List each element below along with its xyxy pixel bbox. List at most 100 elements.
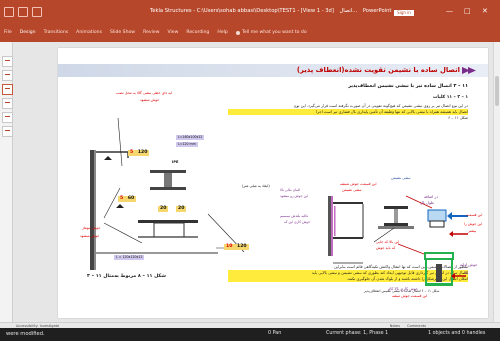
arrow-red	[449, 231, 453, 237]
slide-thumbnail[interactable]	[2, 98, 13, 109]
annotation-left-mid-2: جوش میشود	[80, 234, 100, 238]
scrollbar-thumb[interactable]	[495, 76, 499, 106]
status-pan: 0 Pan	[268, 331, 282, 336]
left-figure-caption: شکل ۱۱ – ۸ مربوط به‌مثال ۱۱ – ۳	[87, 274, 166, 279]
vertical-scrollbar[interactable]	[493, 42, 500, 328]
powerpoint-window: Tekla Structures - C:\Users\sohab abbasi…	[0, 0, 500, 341]
title-app: PowerPoint	[362, 8, 392, 14]
maximize-button[interactable]: □	[464, 6, 471, 16]
title-file: اتصال...	[339, 8, 358, 14]
arrow-blue	[447, 212, 452, 220]
lightbulb-icon	[235, 30, 240, 35]
status-selection: 1 objects and 0 handles	[428, 331, 486, 336]
annotation-top-left: ایه دای خطی نبشی گالا به محل نصب	[116, 91, 173, 95]
annotation-far-2: این جوش را	[464, 222, 483, 226]
annotation-far-3: بیشتر	[468, 229, 477, 233]
undo-icon[interactable]	[18, 7, 28, 17]
tab-view[interactable]: View	[167, 30, 178, 35]
dim-mid-size: 60	[127, 196, 135, 201]
beam-web	[164, 173, 172, 187]
annotation-right-9: در اضافه	[424, 194, 439, 199]
upper-angle	[96, 151, 129, 158]
slide-thumbnail[interactable]	[2, 112, 13, 123]
annotation-right-5: نبشی نشیمن	[391, 176, 411, 180]
minimize-button[interactable]: —	[446, 6, 453, 16]
tell-me-search[interactable]: Tell me what you want to do	[235, 30, 307, 35]
annotation-right-1: این قسمت جوش نمیشه	[340, 182, 377, 186]
annotation-right-8: طول بال	[420, 200, 434, 205]
ribbon-tabs: File Design Transitions Animations Slide…	[0, 26, 500, 43]
tab-design[interactable]: Design	[20, 30, 36, 35]
bracket-top	[333, 202, 363, 204]
tab-review[interactable]: Review	[143, 30, 159, 35]
slide-thumbnail[interactable]	[2, 126, 13, 137]
dim-tag-bot: 10 120	[224, 244, 249, 250]
plate-tag-1: L=160x100x12	[176, 135, 205, 140]
tab-animations[interactable]: Animations	[76, 30, 102, 35]
slide-thumbnail[interactable]	[2, 70, 13, 81]
plate-tag-2: L=120 mm	[176, 142, 198, 147]
annotation-right-2: نبشی نشیمن	[342, 188, 362, 192]
dim-bot-num: 10	[226, 244, 233, 249]
slide-thumbnail-selected[interactable]	[2, 84, 13, 95]
annotation-mid-4: جوش کاری این که	[284, 220, 311, 224]
status-message: were modified.	[6, 331, 45, 337]
tab-file[interactable]: File	[4, 30, 12, 35]
sign-in-button[interactable]: Sign in	[394, 10, 414, 16]
dim-top-size: 120	[137, 150, 148, 155]
annotation-far-5: بالا	[464, 270, 469, 275]
quick-access-toolbar	[4, 7, 42, 17]
tab-transitions[interactable]: Transitions	[44, 30, 69, 35]
tab-slide-show[interactable]: Slide Show	[110, 30, 135, 35]
annotation-left-mid: جوش مونتاژ	[82, 226, 101, 230]
column-flange	[90, 150, 94, 270]
dim-top-num: 5	[130, 150, 134, 155]
dim-bot-size: 120	[237, 244, 247, 249]
app-status-bar: were modified. 0 Pan Current phase: 1, P…	[0, 328, 500, 341]
editor-area: اتصال ساده با نشیمن تقویت نشده(انعطاف پذ…	[0, 42, 500, 328]
slide-thumbnails	[0, 42, 13, 328]
plate-tag-3: L = 120x120x12	[114, 255, 145, 260]
annotation-right-7: این قسمت جوش میشه	[392, 294, 428, 298]
seat-highlight	[427, 209, 447, 222]
status-phase: Current phase: 1, Phase 1	[326, 331, 389, 336]
right-figure-caption: شکل ۱۱ – ۶ اتصال ساده با نبشی نشیمن انعط…	[364, 289, 440, 293]
window-title: Tekla Structures - C:\Users\sohab abbasi…	[150, 8, 391, 14]
save-icon[interactable]	[4, 7, 14, 17]
seat-box	[153, 222, 185, 238]
units-note: (ابعاد به میلی متر)	[242, 184, 270, 188]
title-text: Tekla Structures - C:\Users\sohab abbasi…	[150, 8, 334, 14]
annotation-mid-3: قالبه بلندش نیمسیم	[280, 214, 308, 218]
tell-me-label: Tell me what you want to do	[241, 30, 307, 35]
col2-flange	[328, 196, 331, 256]
col2-web	[331, 196, 333, 256]
dim-mid-num: 5	[120, 196, 124, 201]
annotation-top-left-2: جوش میشود	[140, 98, 160, 102]
annotation-mid-2: این جوش رو میشود	[280, 194, 309, 198]
tab-help[interactable]: Help	[217, 30, 227, 35]
bracket-bottom	[333, 237, 363, 239]
ipe-label: IPE	[172, 160, 179, 164]
beam-flange-bottom	[150, 187, 186, 190]
annotation-right-4: که باید جوش	[376, 246, 396, 250]
dim-tag-mid: 5 60	[118, 196, 137, 202]
annotation-mid-1: المان مالی بالا	[280, 188, 301, 192]
beam2-web	[394, 209, 398, 223]
slide-thumbnail[interactable]	[2, 56, 13, 67]
beam2-top	[384, 206, 408, 209]
title-bar: Tekla Structures - C:\Users\sohab abbasi…	[0, 0, 500, 26]
dim-tag-w20b: 20	[176, 206, 187, 212]
annotation-far-1: این قسمت	[466, 213, 483, 217]
tab-recording[interactable]: Recording	[186, 30, 209, 35]
annotation-far-4: جوش اولیه	[460, 262, 478, 267]
dim-tag-top: 5 120	[128, 150, 150, 156]
column-web	[94, 150, 96, 270]
beam-flange-top	[150, 170, 186, 173]
green-plate	[424, 252, 454, 260]
redo-icon[interactable]	[32, 7, 42, 17]
annotation-right-3: این بالا که جایی	[376, 240, 400, 244]
close-button[interactable]: ✕	[482, 6, 488, 16]
beam2-bottom	[384, 223, 408, 226]
dim-tag-w20a: 20	[158, 206, 169, 212]
slide-canvas[interactable]: اتصال ساده با نشیمن تقویت نشده(انعطاف پذ…	[58, 48, 488, 318]
